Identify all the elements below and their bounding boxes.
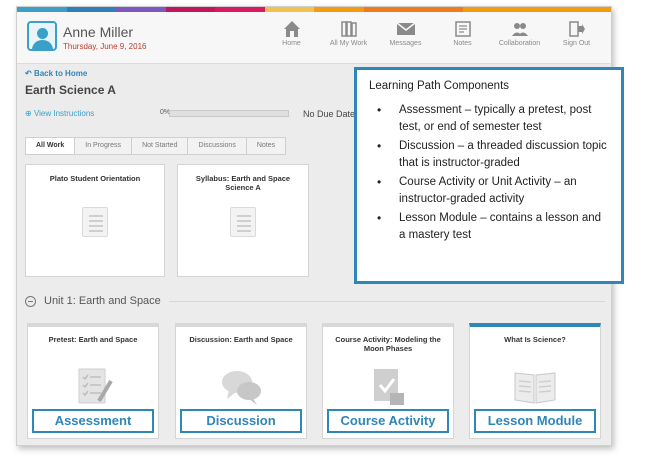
unit-divider <box>169 301 605 302</box>
nav-collaboration-label: Collaboration <box>498 40 541 47</box>
nav-sign-out[interactable]: Sign Out <box>548 20 605 47</box>
card-title: Syllabus: Earth and Space Science A <box>195 174 291 192</box>
document-icon <box>82 207 108 237</box>
document-icon <box>230 207 256 237</box>
speech-bubbles-icon <box>222 371 261 405</box>
arrow-left-icon: ↶ <box>25 69 32 78</box>
nav-all-my-work-label: All My Work <box>329 40 368 47</box>
collaboration-icon <box>511 23 528 36</box>
checklist-icon <box>78 368 113 404</box>
progress-bar <box>169 110 289 117</box>
envelope-icon <box>396 22 415 35</box>
nav-sign-out-label: Sign Out <box>562 40 591 47</box>
nav-notes-label: Notes <box>453 40 472 47</box>
collapse-icon[interactable] <box>25 295 36 307</box>
callout-list: Assessment – typically a pretest, post t… <box>369 102 609 244</box>
nav-all-my-work[interactable]: All My Work <box>320 20 377 47</box>
card-syllabus[interactable]: Syllabus: Earth and Space Science A <box>177 164 309 277</box>
card-pretest[interactable]: Pretest: Earth and Space Assessment <box>27 323 159 439</box>
view-instructions-link[interactable]: ⊕ View Instructions <box>25 109 94 118</box>
card-title: Discussion: Earth and Space <box>189 335 293 344</box>
unit-title: Unit 1: Earth and Space <box>44 295 161 307</box>
callout-item: Assessment – typically a pretest, post t… <box>377 102 609 136</box>
notes-icon <box>454 21 471 37</box>
tab-all-work[interactable]: All Work <box>25 137 76 155</box>
learning-path-callout: Learning Path Components Assessment – ty… <box>354 67 624 284</box>
card-lesson-module[interactable]: What Is Science? Lesson Module <box>469 323 601 439</box>
current-date: Thursday, June 9, 2016 <box>63 42 147 51</box>
nav-home[interactable]: Home <box>263 20 320 47</box>
callout-item: Lesson Module – contains a lesson and a … <box>377 210 609 244</box>
card-title: Plato Student Orientation <box>49 174 141 183</box>
nav-messages[interactable]: Messages <box>377 20 434 47</box>
nav-notes[interactable]: Notes <box>434 20 491 47</box>
card-discussion[interactable]: Discussion: Earth and Space Discussion <box>175 323 307 439</box>
unit-header[interactable]: Unit 1: Earth and Space <box>25 295 161 307</box>
component-label-assessment: Assessment <box>32 409 154 433</box>
card-plato-orientation[interactable]: Plato Student Orientation <box>25 164 165 277</box>
graded-document-icon <box>374 369 404 405</box>
open-book-icon <box>514 372 556 404</box>
avatar-head <box>37 28 48 39</box>
tab-not-started[interactable]: Not Started <box>131 137 189 155</box>
course-title: Earth Science A <box>25 83 116 97</box>
nav-messages-label: Messages <box>389 40 422 47</box>
back-to-home-label: Back to Home <box>33 69 88 78</box>
due-date: No Due Date <box>303 109 356 119</box>
top-nav: Home All My Work Messages Notes Collabor… <box>263 20 605 47</box>
card-title: Pretest: Earth and Space <box>48 335 138 344</box>
sign-out-icon <box>568 21 585 37</box>
back-to-home-link[interactable]: ↶ Back to Home <box>25 69 87 78</box>
component-label-course-activity: Course Activity <box>327 409 449 433</box>
card-title: Course Activity: Modeling the Moon Phase… <box>335 335 441 353</box>
callout-title: Learning Path Components <box>369 80 510 92</box>
avatar[interactable] <box>27 21 57 51</box>
user-name: Anne Miller <box>63 24 134 40</box>
callout-item: Course Activity or Unit Activity – an in… <box>377 174 609 208</box>
work-tabs: All Work In Progress Not Started Discuss… <box>25 137 287 155</box>
view-instructions-label: View Instructions <box>33 109 95 118</box>
card-title: What Is Science? <box>504 335 566 344</box>
header: Anne Miller Thursday, June 9, 2016 Home … <box>17 12 611 64</box>
tab-notes[interactable]: Notes <box>245 137 287 155</box>
tab-discussions[interactable]: Discussions <box>187 137 247 155</box>
nav-collaboration[interactable]: Collaboration <box>491 20 548 47</box>
avatar-body <box>32 40 53 49</box>
plus-circle-icon: ⊕ <box>25 109 32 118</box>
nav-home-label: Home <box>282 40 301 47</box>
callout-item: Discussion – a threaded discussion topic… <box>377 138 609 172</box>
card-course-activity[interactable]: Course Activity: Modeling the Moon Phase… <box>322 323 454 439</box>
home-icon <box>283 21 300 37</box>
tab-in-progress[interactable]: In Progress <box>74 137 133 155</box>
component-label-discussion: Discussion <box>180 409 302 433</box>
component-label-lesson-module: Lesson Module <box>474 409 596 433</box>
books-icon <box>340 21 357 37</box>
